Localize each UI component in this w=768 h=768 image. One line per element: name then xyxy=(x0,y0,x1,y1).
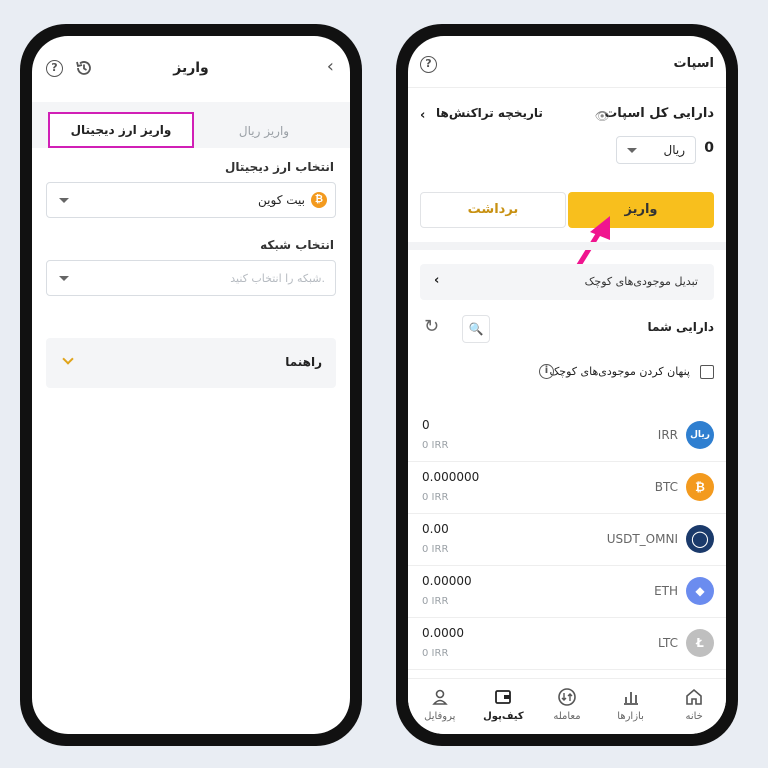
total-assets-label: دارایی کل اسپات xyxy=(604,106,714,121)
asset-list: ریال IRR 0 0 IRR ₿ BTC 0.000000 0 IRR ◯ … xyxy=(408,410,726,670)
asset-symbol: USDT_OMNI xyxy=(606,532,678,546)
crypto-select[interactable]: ₿ بیت کوین xyxy=(46,182,336,218)
asset-amount: 0 xyxy=(422,418,430,432)
rial-icon: ریال xyxy=(686,421,714,449)
asset-symbol: ETH xyxy=(654,584,678,598)
withdraw-button[interactable]: برداشت xyxy=(420,192,566,228)
nav-markets[interactable]: بازارها xyxy=(601,687,661,734)
nav-label: کیف‌پول xyxy=(483,711,524,722)
select-crypto-label: انتخاب ارز دیجیتال xyxy=(224,160,334,174)
history-icon[interactable] xyxy=(74,58,94,78)
hide-small-checkbox[interactable] xyxy=(700,365,714,379)
asset-irr-value: 0 IRR xyxy=(422,648,449,659)
list-item[interactable]: Ł LTC 0.0000 0 IRR xyxy=(408,618,726,670)
total-balance: 0 xyxy=(704,140,714,156)
user-icon xyxy=(432,689,448,705)
nav-label: خانه xyxy=(685,711,703,722)
asset-symbol: LTC xyxy=(657,636,678,650)
nav-trade[interactable]: معامله xyxy=(537,687,597,734)
asset-symbol: IRR xyxy=(657,428,678,442)
asset-irr-value: 0 IRR xyxy=(422,596,449,607)
chevron-down-icon xyxy=(59,198,69,203)
hide-small-label: پنهان کردن موجودی‌های کوچک xyxy=(549,365,690,378)
nav-home[interactable]: خانه xyxy=(664,687,724,734)
refresh-icon[interactable]: ↻ xyxy=(424,316,439,337)
chevron-down-icon xyxy=(59,276,69,281)
ethereum-icon: ◆ xyxy=(686,577,714,605)
asset-symbol: BTC xyxy=(654,480,678,494)
nav-label: بازارها xyxy=(617,711,644,722)
omni-icon: ◯ xyxy=(686,525,714,553)
asset-irr-value: 0 IRR xyxy=(422,492,449,503)
right-phone-frame: اسپات ? دارایی کل اسپات 👁 تاریخچه تراکنش… xyxy=(396,24,738,746)
selected-coin: بیت کوین xyxy=(258,193,305,207)
list-item[interactable]: ₿ BTC 0.000000 0 IRR xyxy=(408,462,726,514)
asset-amount: 0.0000 xyxy=(422,626,464,640)
convert-label: تبدیل موجودی‌های کوچک xyxy=(584,275,698,288)
chevron-left-icon[interactable]: ‹ xyxy=(420,108,425,123)
section-divider xyxy=(408,242,726,250)
nav-profile[interactable]: پروفایل xyxy=(410,687,470,734)
chevron-down-icon xyxy=(62,353,74,365)
asset-amount: 0.000000 xyxy=(422,470,480,484)
your-assets-title: دارایی شما xyxy=(647,320,714,334)
info-icon[interactable]: i xyxy=(539,364,554,379)
guide-label: راهنما xyxy=(285,355,322,369)
spot-header: اسپات ? xyxy=(408,36,726,88)
network-placeholder: شبکه را انتخاب کنید. xyxy=(230,272,325,285)
network-select[interactable]: شبکه را انتخاب کنید. xyxy=(46,260,336,296)
nav-wallet[interactable]: کیف‌پول xyxy=(473,687,533,734)
chevron-down-icon xyxy=(627,148,637,153)
help-icon[interactable]: ? xyxy=(420,56,437,73)
page-title: اسپات xyxy=(673,56,715,71)
bitcoin-icon: ₿ xyxy=(311,192,327,208)
list-item[interactable]: ◆ ETH 0.00000 0 IRR xyxy=(408,566,726,618)
select-network-label: انتخاب شبکه xyxy=(260,238,334,252)
back-icon[interactable]: ‹ xyxy=(327,58,334,76)
asset-irr-value: 0 IRR xyxy=(422,544,449,555)
nav-label: پروفایل xyxy=(424,711,456,722)
bottom-nav: خانه بازارها معامله کیف‌پول پروفایل xyxy=(408,678,726,734)
currency-value: ریال xyxy=(663,143,685,157)
left-phone-frame: واریز ‹ ? واریز ریال واریز ارز دیجیتال ا… xyxy=(20,24,362,746)
help-icon[interactable]: ? xyxy=(46,60,63,77)
deposit-header: واریز ‹ ? xyxy=(32,36,350,100)
list-item[interactable]: ◯ USDT_OMNI 0.00 0 IRR xyxy=(408,514,726,566)
search-icon[interactable]: 🔍 xyxy=(462,315,490,343)
asset-amount: 0.00 xyxy=(422,522,449,536)
tab-rial-deposit[interactable]: واریز ریال xyxy=(194,114,334,148)
nav-label: معامله xyxy=(553,711,581,722)
deposit-tabs: واریز ریال واریز ارز دیجیتال xyxy=(32,102,350,148)
right-screen: اسپات ? دارایی کل اسپات 👁 تاریخچه تراکنش… xyxy=(408,36,726,734)
hide-small-row: پنهان کردن موجودی‌های کوچک i xyxy=(514,364,714,382)
wallet-icon xyxy=(495,690,512,704)
left-screen: واریز ‹ ? واریز ریال واریز ارز دیجیتال ا… xyxy=(32,36,350,734)
eye-icon[interactable]: 👁 xyxy=(595,109,610,123)
list-item[interactable]: ریال IRR 0 0 IRR xyxy=(408,410,726,462)
litecoin-icon: Ł xyxy=(686,629,714,657)
chevron-left-icon: ‹ xyxy=(434,273,440,288)
exchange-icon xyxy=(558,688,576,706)
transaction-history-link[interactable]: تاریخچه تراکنش‌ها xyxy=(436,106,543,120)
page-title: واریز xyxy=(173,60,209,76)
currency-select[interactable]: ریال xyxy=(616,136,696,164)
asset-irr-value: 0 IRR xyxy=(422,440,449,451)
guide-accordion[interactable]: راهنما xyxy=(46,338,336,388)
tab-crypto-deposit[interactable]: واریز ارز دیجیتال xyxy=(48,112,194,148)
bitcoin-icon: ₿ xyxy=(686,473,714,501)
chart-icon xyxy=(623,692,638,705)
asset-amount: 0.00000 xyxy=(422,574,472,588)
home-icon xyxy=(686,688,702,705)
convert-small-balances[interactable]: تبدیل موجودی‌های کوچک ‹ xyxy=(420,264,714,300)
